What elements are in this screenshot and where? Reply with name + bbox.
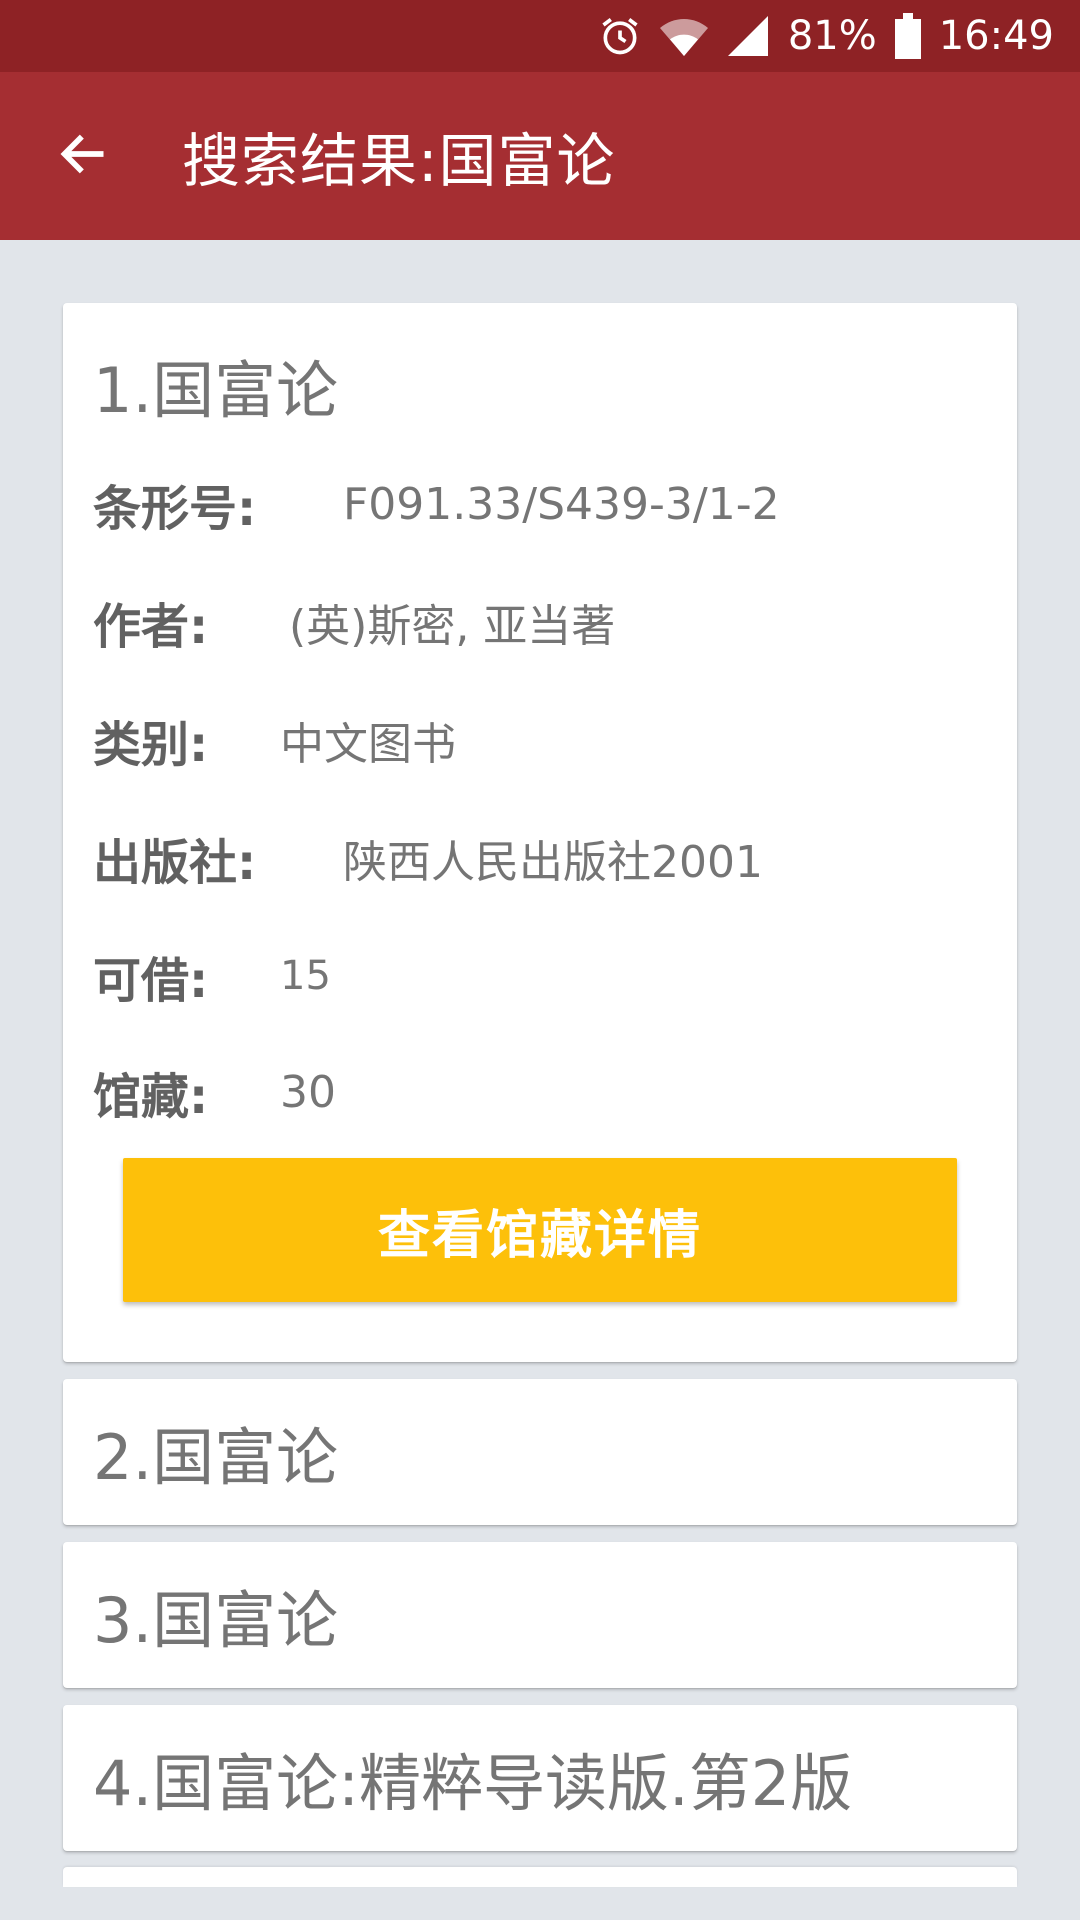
field-label: 类别: xyxy=(93,717,209,773)
result-card[interactable]: 3.国富论 xyxy=(63,1542,1017,1688)
field-holdings: 馆藏: 30 xyxy=(93,1062,336,1126)
back-button[interactable] xyxy=(0,72,168,240)
field-label: 可借: xyxy=(93,953,209,1009)
wifi-icon xyxy=(659,14,708,58)
result-card-peek xyxy=(63,1867,1017,1887)
field-category: 类别: 中文图书 xyxy=(93,710,456,773)
field-available: 可借: 15 xyxy=(93,946,331,1009)
arrow-left-icon xyxy=(58,128,110,184)
signal-icon xyxy=(726,14,770,58)
status-bar: 81% 16:49 xyxy=(0,0,1080,72)
result-title: 3.国富论 xyxy=(93,1584,339,1657)
field-label: 馆藏: xyxy=(93,1069,209,1125)
result-card[interactable]: 2.国富论 xyxy=(63,1379,1017,1525)
field-value: F091.33/S439-3/1-2 xyxy=(343,478,780,530)
view-holdings-button[interactable]: 查看馆藏详情 xyxy=(123,1158,957,1302)
page-title: 搜索结果:国富论 xyxy=(182,127,616,195)
result-card[interactable]: 1.国富论 条形号: F091.33/S439-3/1-2 作者: (英)斯密,… xyxy=(63,303,1017,1362)
field-value: 陕西人民出版社2001 xyxy=(343,837,763,888)
result-title: 1.国富论 xyxy=(93,354,339,427)
battery-percent: 81% xyxy=(787,13,877,59)
field-value: 中文图书 xyxy=(280,719,456,770)
battery-icon xyxy=(894,13,921,59)
result-title: 4.国富论:精粹导读版.第2版 xyxy=(93,1747,853,1820)
field-author: 作者: (英)斯密, 亚当著 xyxy=(93,592,615,655)
field-value: 30 xyxy=(280,1066,336,1118)
field-value: (英)斯密, 亚当著 xyxy=(289,601,616,652)
app-bar: 搜索结果:国富论 xyxy=(0,72,1080,240)
result-list: 1.国富论 条形号: F091.33/S439-3/1-2 作者: (英)斯密,… xyxy=(63,303,1017,1887)
field-barcode: 条形号: F091.33/S439-3/1-2 xyxy=(93,474,780,538)
clock-time: 16:49 xyxy=(938,13,1054,59)
alarm-icon xyxy=(598,14,642,58)
field-value: 15 xyxy=(280,953,331,999)
field-label: 条形号: xyxy=(93,481,257,537)
field-label: 出版社: xyxy=(93,835,257,891)
field-publisher: 出版社: 陕西人民出版社2001 xyxy=(93,828,763,891)
field-label: 作者: xyxy=(93,599,209,655)
result-title: 2.国富论 xyxy=(93,1421,339,1494)
result-card[interactable]: 4.国富论:精粹导读版.第2版 xyxy=(63,1705,1017,1851)
